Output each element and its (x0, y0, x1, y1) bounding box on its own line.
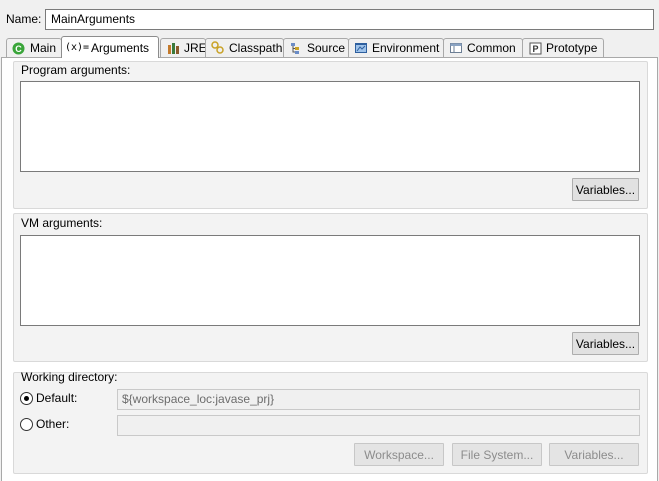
tab-common[interactable]: Common (443, 38, 523, 57)
tab-classpath[interactable]: Classpath (205, 38, 284, 57)
tab-environment-label: Environment (372, 41, 440, 55)
working-directory-variables-button[interactable]: Variables... (549, 443, 639, 466)
tab-arguments[interactable]: (x)= Arguments (61, 36, 159, 58)
vm-arguments-variables-button[interactable]: Variables... (572, 332, 639, 355)
other-radio[interactable] (20, 418, 33, 431)
name-input[interactable]: MainArguments (45, 9, 654, 30)
classpath-icon (211, 41, 225, 55)
tab-main[interactable]: C Main (6, 38, 62, 57)
main-class-icon: C (12, 41, 26, 55)
tab-arguments-label: Arguments (91, 40, 150, 55)
tab-main-label: Main (29, 41, 56, 55)
tab-source-label: Source (307, 41, 346, 55)
program-arguments-title: Program arguments: (21, 63, 131, 77)
program-arguments-variables-button[interactable]: Variables... (572, 178, 639, 201)
tab-jre[interactable]: JRE (160, 38, 207, 57)
tab-prototype-label: Prototype (546, 41, 598, 55)
default-radio[interactable] (20, 392, 33, 405)
tab-prototype[interactable]: P Prototype (522, 38, 604, 57)
program-arguments-textarea[interactable] (20, 81, 640, 172)
default-directory-field: ${workspace_loc:javase_prj} (117, 389, 640, 410)
radio-selected-dot (24, 396, 29, 401)
common-icon (449, 41, 463, 55)
tab-classpath-label: Classpath (229, 41, 283, 55)
prototype-icon: P (528, 41, 542, 55)
arguments-icon: (x)= (64, 42, 90, 53)
workspace-button[interactable]: Workspace... (354, 443, 444, 466)
source-icon (289, 41, 303, 55)
other-radio-label: Other: (36, 417, 70, 431)
vm-arguments-textarea[interactable] (20, 235, 640, 326)
environment-icon (354, 41, 368, 55)
default-radio-label: Default: (36, 391, 78, 405)
tab-common-label: Common (467, 41, 516, 55)
svg-text:C: C (16, 43, 23, 53)
name-label: Name: (6, 12, 42, 26)
tab-jre-label: JRE (184, 41, 207, 55)
file-system-button[interactable]: File System... (452, 443, 542, 466)
tab-bar: C Main (x)= Arguments JRE Classpath Sour… (0, 36, 659, 58)
svg-text:P: P (532, 44, 538, 54)
tab-environment[interactable]: Environment (348, 38, 444, 57)
tab-source[interactable]: Source (283, 38, 349, 57)
working-directory-title: Working directory: (21, 370, 118, 384)
other-directory-field[interactable] (117, 415, 640, 436)
vm-arguments-title: VM arguments: (21, 216, 103, 230)
jre-icon (166, 41, 180, 55)
